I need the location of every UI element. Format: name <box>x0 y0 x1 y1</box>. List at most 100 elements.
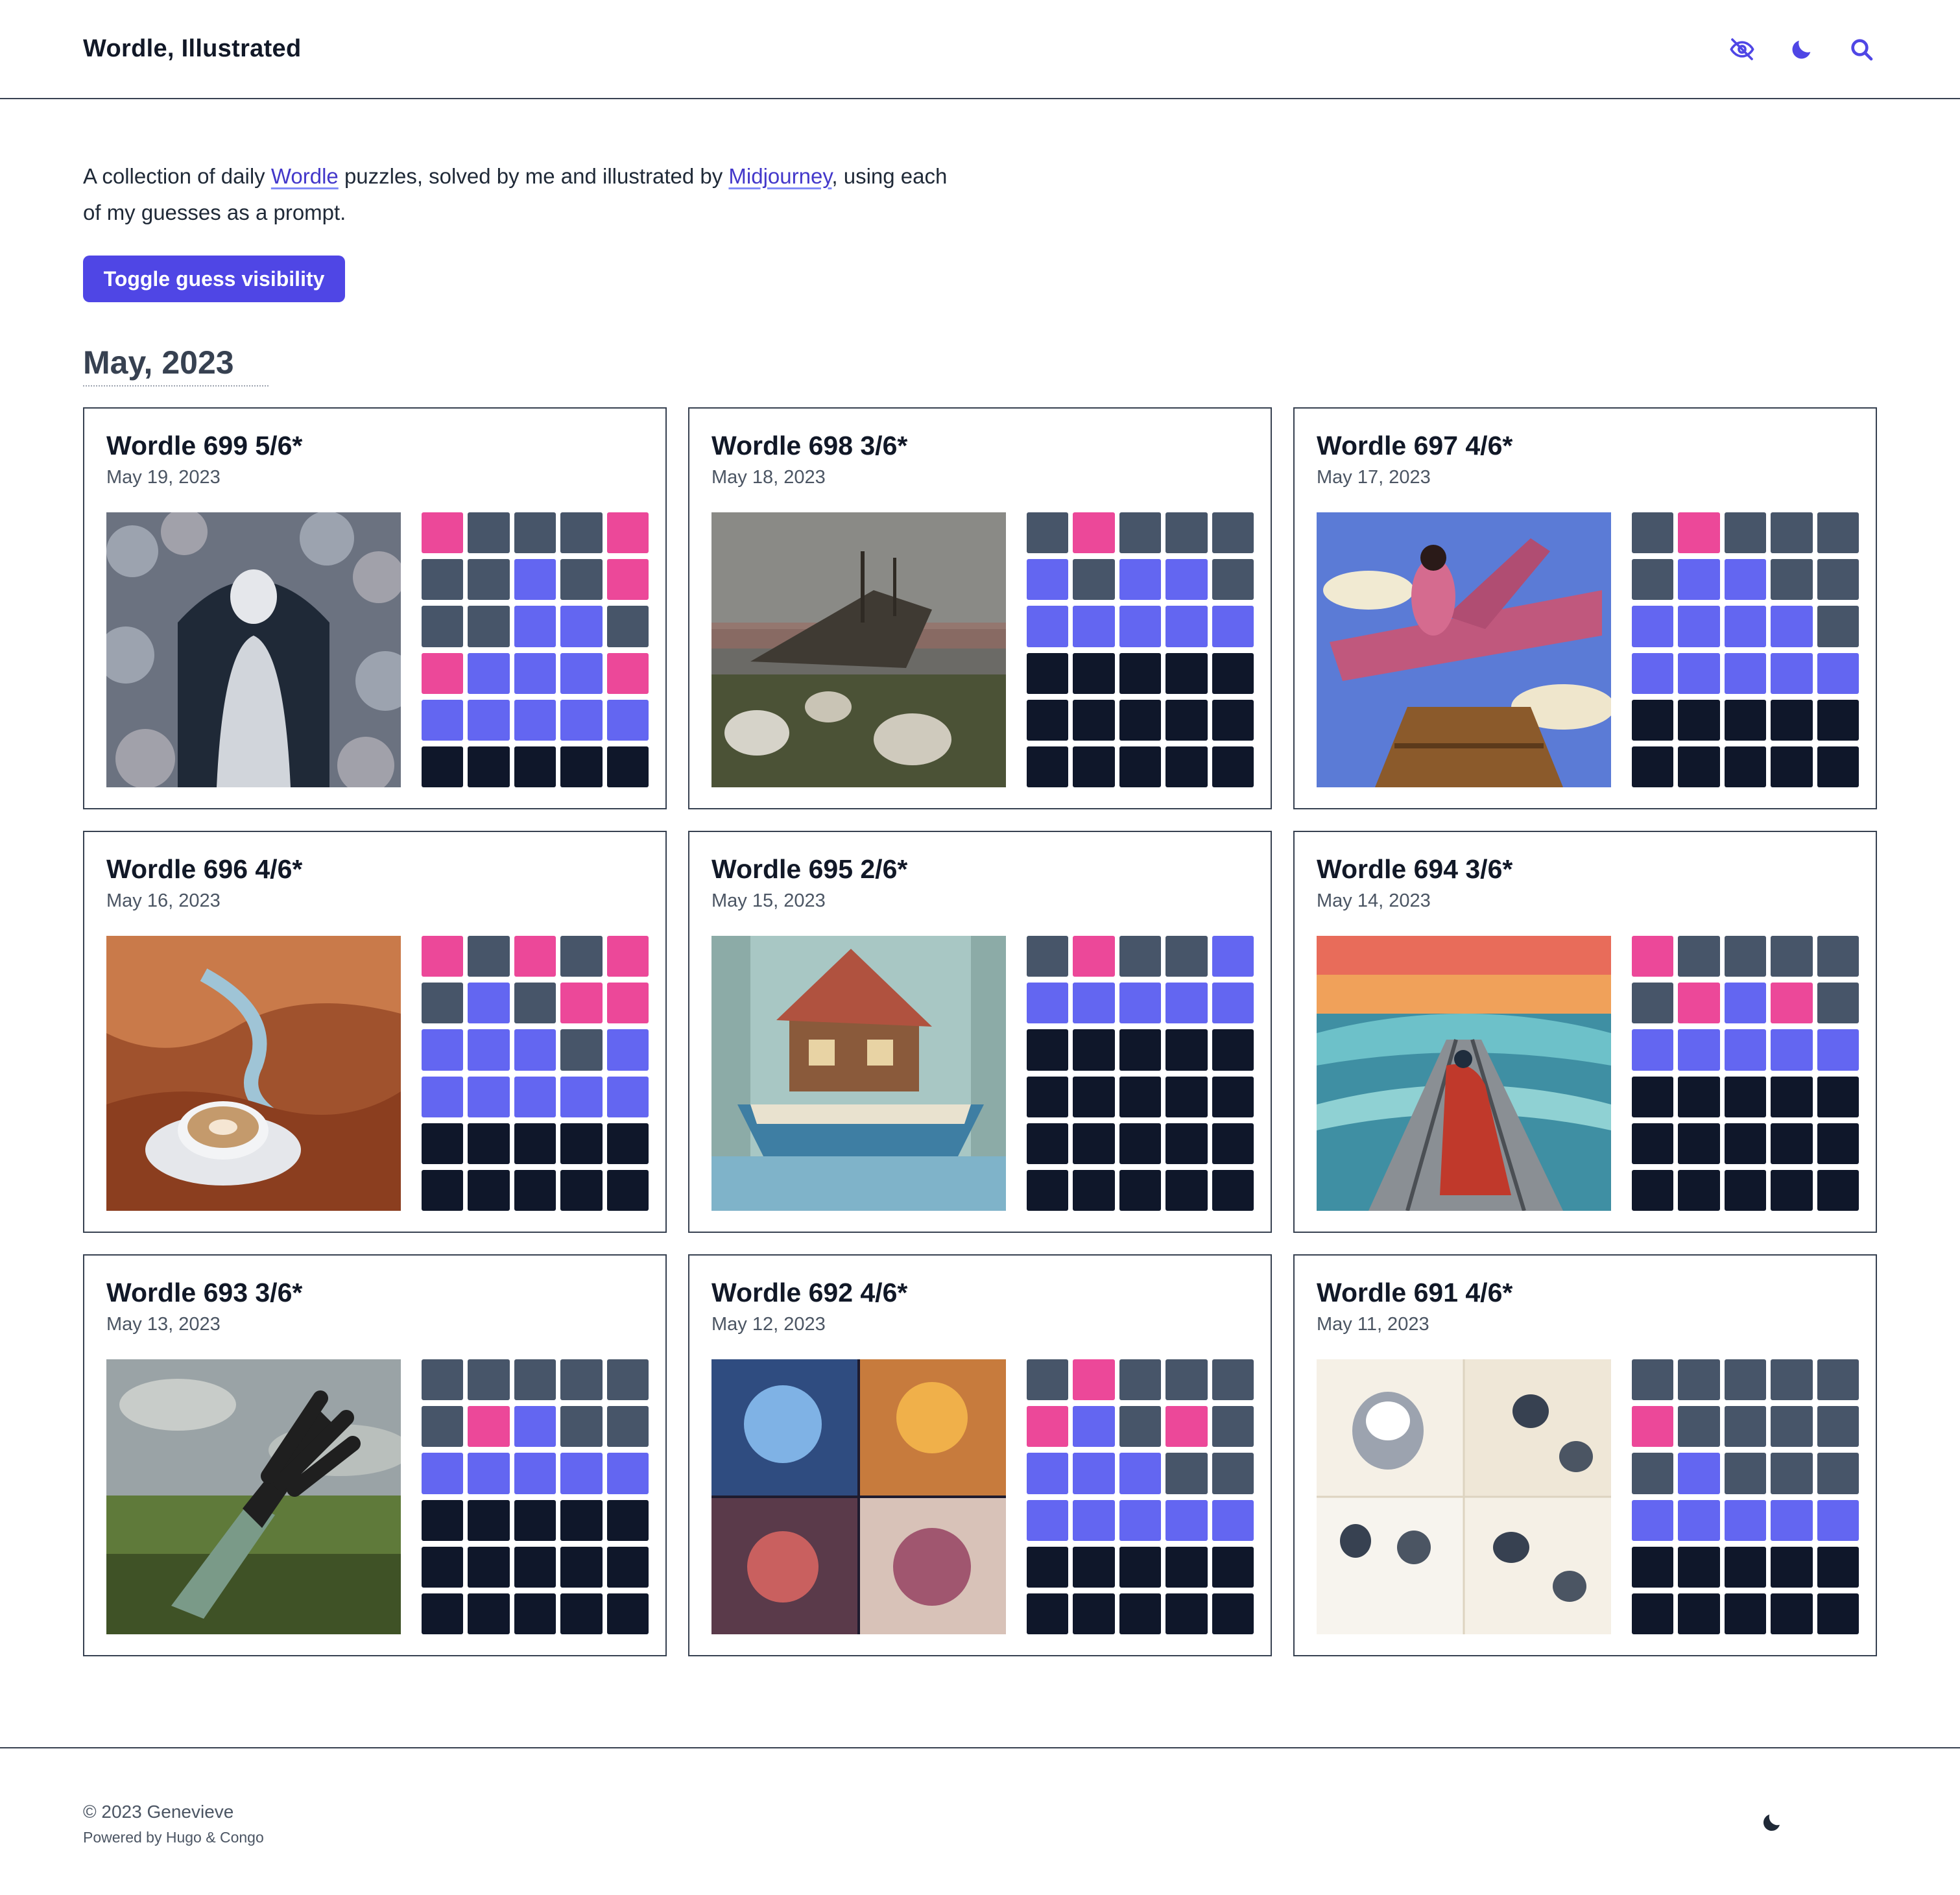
husky-sketches-illustration <box>1317 1359 1611 1634</box>
empty-tile <box>1027 746 1069 787</box>
empty-tile <box>1027 1123 1069 1164</box>
wordle-card[interactable]: Wordle 692 4/6* May 12, 2023 <box>688 1254 1272 1656</box>
empty-tile <box>1165 652 1208 694</box>
empty-tile <box>422 1593 464 1634</box>
absent-tile <box>1027 512 1069 554</box>
empty-tile <box>1724 1169 1767 1211</box>
empty-tile <box>1165 1593 1208 1634</box>
empty-tile <box>560 1593 603 1634</box>
empty-tile <box>1212 1169 1254 1211</box>
absent-tile <box>1027 936 1069 977</box>
glove-field-illustration <box>106 1359 401 1634</box>
correct-tile <box>1678 559 1720 601</box>
empty-tile <box>468 1499 510 1541</box>
empty-tile <box>1027 1593 1069 1634</box>
present-tile <box>1632 936 1674 977</box>
correct-tile <box>560 652 603 694</box>
correct-tile <box>1212 936 1254 977</box>
empty-tile <box>1073 1593 1115 1634</box>
guess-grid <box>1632 936 1859 1211</box>
eye-slash-icon[interactable] <box>1727 34 1758 65</box>
wordle-card[interactable]: Wordle 698 3/6* May 18, 2023 <box>688 407 1272 809</box>
empty-tile <box>1817 1546 1859 1588</box>
absent-tile <box>1724 936 1767 977</box>
absent-tile <box>1165 1453 1208 1494</box>
empty-tile <box>1119 1029 1162 1071</box>
correct-tile <box>1678 1453 1720 1494</box>
empty-tile <box>422 1123 464 1164</box>
correct-tile <box>1165 559 1208 601</box>
card-title: Wordle 694 3/6* <box>1317 854 1513 884</box>
absent-tile <box>1212 1406 1254 1448</box>
wordle-link[interactable]: Wordle <box>271 164 339 188</box>
correct-tile <box>1771 1029 1813 1071</box>
empty-tile <box>560 1546 603 1588</box>
absent-tile <box>468 512 510 554</box>
card-date: May 16, 2023 <box>106 890 221 911</box>
site-footer: © 2023 Genevieve Powered by Hugo & Congo <box>0 1747 1960 1895</box>
correct-tile <box>1632 652 1674 694</box>
absent-tile <box>1027 1359 1069 1401</box>
correct-tile <box>560 1453 603 1494</box>
empty-tile <box>1119 1169 1162 1211</box>
present-tile <box>1165 1406 1208 1448</box>
absent-tile <box>606 1359 649 1401</box>
correct-tile <box>1724 1029 1767 1071</box>
correct-tile <box>422 1076 464 1117</box>
correct-tile <box>514 1453 556 1494</box>
empty-tile <box>422 1169 464 1211</box>
absent-tile <box>1771 559 1813 601</box>
card-title: Wordle 695 2/6* <box>711 854 908 884</box>
empty-tile <box>1165 1123 1208 1164</box>
empty-tile <box>606 1546 649 1588</box>
empty-tile <box>1771 1593 1813 1634</box>
card-title: Wordle 692 4/6* <box>711 1278 908 1307</box>
empty-tile <box>606 1123 649 1164</box>
correct-tile <box>1678 1499 1720 1541</box>
absent-tile <box>606 1406 649 1448</box>
search-icon[interactable] <box>1846 34 1877 65</box>
empty-tile <box>1165 1546 1208 1588</box>
present-tile <box>422 936 464 977</box>
empty-tile <box>514 1499 556 1541</box>
wordle-card[interactable]: Wordle 695 2/6* May 15, 2023 <box>688 831 1272 1233</box>
moon-icon[interactable] <box>1786 34 1817 65</box>
card-date: May 12, 2023 <box>711 1314 826 1335</box>
empty-tile <box>1073 1123 1115 1164</box>
empty-tile <box>1165 699 1208 741</box>
correct-tile <box>1073 1499 1115 1541</box>
moon-icon[interactable] <box>1760 1811 1784 1834</box>
site-title-link[interactable]: Wordle, Illustrated <box>83 35 302 63</box>
absent-tile <box>1724 1359 1767 1401</box>
guess-grid <box>422 1359 649 1634</box>
absent-tile <box>1165 512 1208 554</box>
toggle-guess-visibility-button[interactable]: Toggle guess visibility <box>83 256 345 302</box>
present-tile <box>560 983 603 1024</box>
wordle-card[interactable]: Wordle 699 5/6* May 19, 2023 <box>83 407 667 809</box>
correct-tile <box>1212 1499 1254 1541</box>
card-date: May 11, 2023 <box>1317 1314 1429 1335</box>
empty-tile <box>1632 746 1674 787</box>
present-tile <box>514 936 556 977</box>
correct-tile <box>1119 559 1162 601</box>
empty-tile <box>1678 699 1720 741</box>
absent-tile <box>422 1359 464 1401</box>
empty-tile <box>468 1123 510 1164</box>
wordle-card[interactable]: Wordle 696 4/6* May 16, 2023 <box>83 831 667 1233</box>
correct-tile <box>468 699 510 741</box>
wordle-card[interactable]: Wordle 693 3/6* May 13, 2023 <box>83 1254 667 1656</box>
empty-tile <box>1724 1593 1767 1634</box>
present-tile <box>606 936 649 977</box>
midjourney-link[interactable]: Midjourney <box>728 164 831 188</box>
empty-tile <box>1073 1076 1115 1117</box>
correct-tile <box>1632 606 1674 647</box>
correct-tile <box>1632 1029 1674 1071</box>
empty-tile <box>1027 1076 1069 1117</box>
wordle-card[interactable]: Wordle 697 4/6* May 17, 2023 <box>1293 407 1877 809</box>
correct-tile <box>468 1076 510 1117</box>
wordle-card[interactable]: Wordle 694 3/6* May 14, 2023 <box>1293 831 1877 1233</box>
boat-house-illustration <box>711 936 1006 1211</box>
empty-tile <box>1119 746 1162 787</box>
absent-tile <box>1817 936 1859 977</box>
wordle-card[interactable]: Wordle 691 4/6* May 11, 2023 <box>1293 1254 1877 1656</box>
